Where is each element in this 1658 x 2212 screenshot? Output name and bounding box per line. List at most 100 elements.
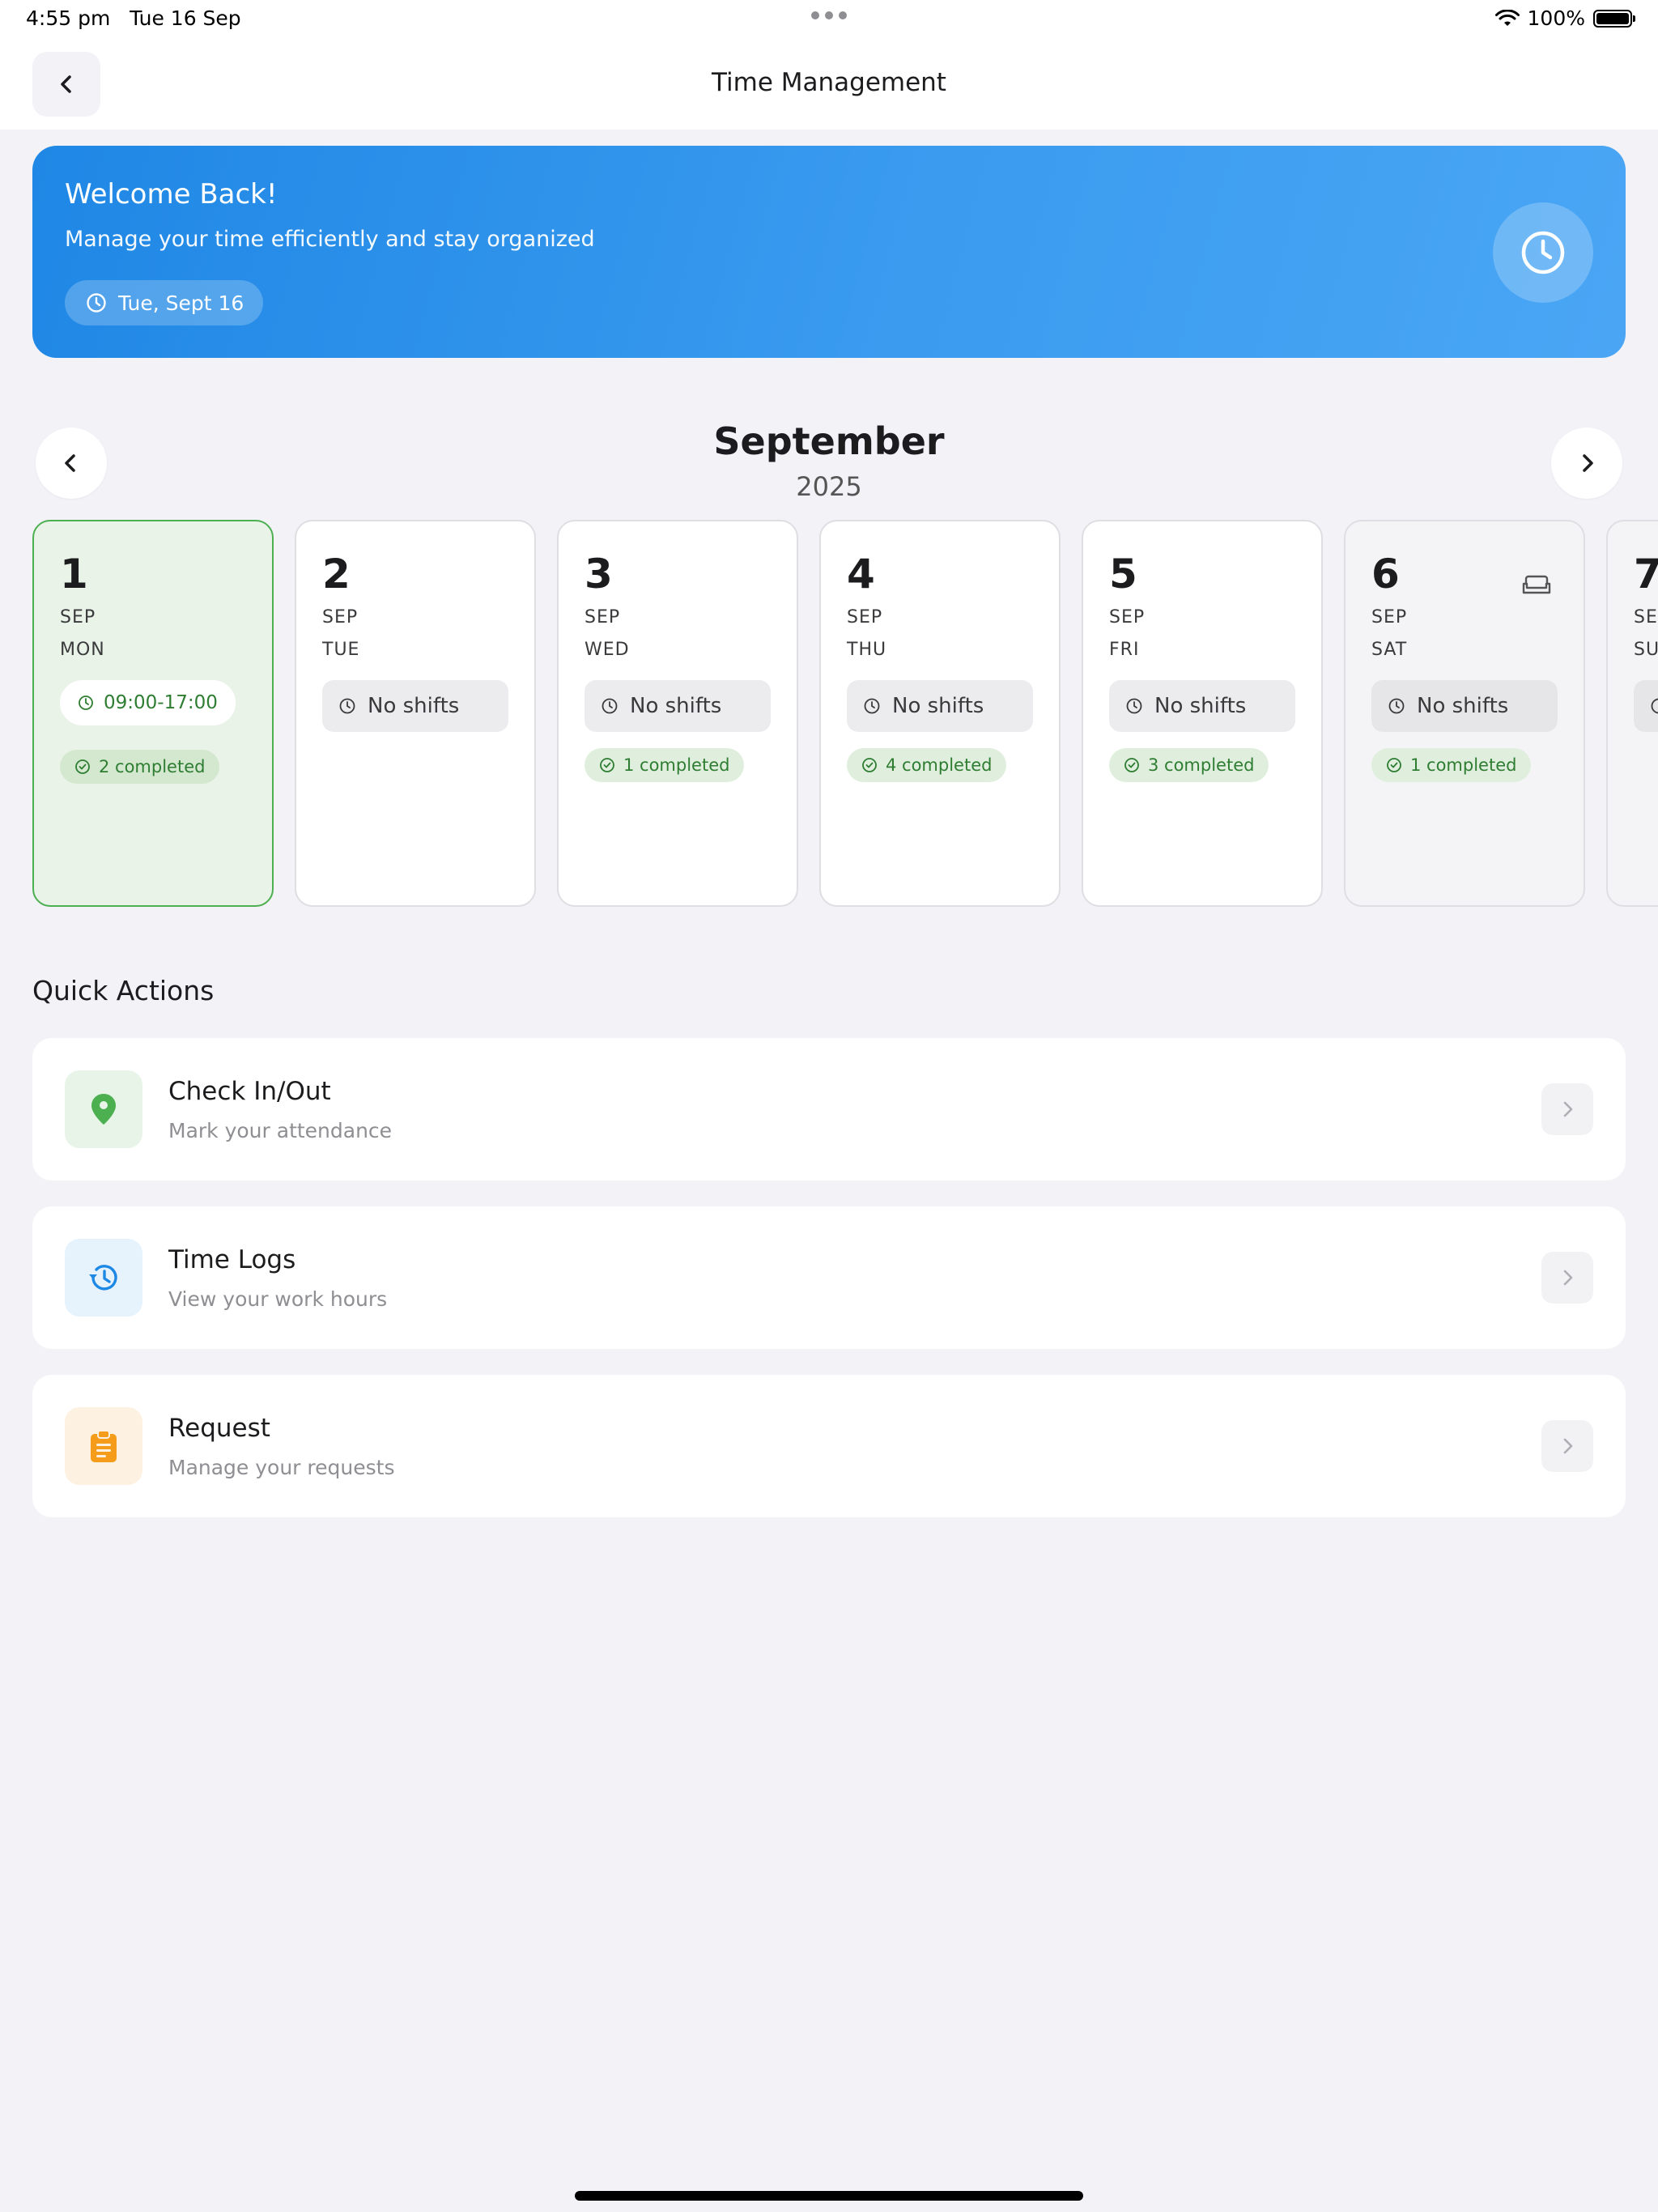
no-shifts-pill: No shifts — [1109, 680, 1295, 732]
day-number: 6 — [1371, 551, 1400, 598]
clock-icon — [87, 293, 106, 313]
day-card-7[interactable]: 7 SEP SUN — [1606, 520, 1658, 907]
completed-text: 3 completed — [1148, 755, 1255, 775]
multitasking-dots-icon[interactable] — [811, 11, 847, 19]
no-shifts-pill: No shifts — [585, 680, 771, 732]
action-title: Check In/Out — [168, 1077, 331, 1106]
day-weekday: MON — [60, 640, 105, 660]
check-circle-icon — [75, 759, 90, 774]
clipboard-icon — [91, 1430, 117, 1462]
check-circle-icon — [1124, 758, 1139, 772]
no-shifts-text: No shifts — [368, 694, 460, 718]
history-icon — [89, 1265, 117, 1291]
completed-badge: 1 completed — [585, 748, 745, 782]
day-weekday: SAT — [1371, 640, 1408, 660]
clock-icon — [339, 698, 355, 714]
status-date-text: Tue 16 Sep — [130, 6, 241, 30]
action-chevron-button[interactable] — [1541, 1083, 1593, 1135]
day-strip[interactable]: 1 SEP MON 09:00-17:00 2 completed 2 SEP … — [32, 520, 1658, 908]
day-number: 1 — [60, 551, 88, 598]
day-weekday: THU — [847, 640, 887, 660]
banner-clock-badge — [1493, 202, 1593, 303]
status-clock-text: 4:55 pm — [26, 6, 111, 30]
shift-time-text: 09:00-17:00 — [104, 692, 218, 713]
action-title: Time Logs — [168, 1245, 296, 1274]
completed-badge: 3 completed — [1109, 748, 1269, 782]
action-chevron-button[interactable] — [1541, 1420, 1593, 1472]
no-shifts-pill — [1634, 680, 1658, 732]
no-shifts-text: No shifts — [1417, 694, 1509, 718]
wifi-icon — [1494, 9, 1520, 26]
location-pin-icon — [91, 1094, 116, 1125]
page-title: Time Management — [712, 68, 946, 97]
request-card[interactable]: Request Manage your requests — [32, 1375, 1626, 1517]
day-card-5[interactable]: 5 SEP FRI No shifts 3 completed — [1082, 520, 1323, 907]
day-month: SEP — [322, 607, 359, 627]
day-number: 5 — [1109, 551, 1137, 598]
clock-icon — [1126, 698, 1142, 714]
welcome-title: Welcome Back! — [65, 178, 278, 211]
month-name: September — [713, 419, 945, 463]
completed-text: 2 completed — [99, 757, 206, 776]
clock-icon — [864, 698, 880, 714]
no-shifts-pill: No shifts — [847, 680, 1033, 732]
day-card-4[interactable]: 4 SEP THU No shifts 4 completed — [819, 520, 1061, 907]
day-card-1[interactable]: 1 SEP MON 09:00-17:00 2 completed — [32, 520, 274, 907]
check-circle-icon — [600, 758, 614, 772]
action-subtitle: Manage your requests — [168, 1456, 395, 1479]
action-icon-box — [65, 1239, 142, 1317]
action-icon-box — [65, 1407, 142, 1485]
no-shifts-pill: No shifts — [1371, 680, 1558, 732]
status-indicators: 100% — [1494, 6, 1635, 30]
day-weekday: FRI — [1109, 640, 1140, 660]
day-month: SEP — [847, 607, 883, 627]
action-icon-box — [65, 1070, 142, 1148]
action-chevron-button[interactable] — [1541, 1252, 1593, 1304]
completed-badge: 2 completed — [60, 750, 220, 784]
chevron-right-icon — [1583, 454, 1593, 472]
time-logs-card[interactable]: Time Logs View your work hours — [32, 1206, 1626, 1349]
clock-icon — [602, 698, 618, 714]
status-bar: 4:55 pm Tue 16 Sep 100% — [0, 0, 1658, 39]
day-card-2[interactable]: 2 SEP TUE No shifts — [295, 520, 536, 907]
month-year: 2025 — [796, 471, 862, 502]
check-circle-icon — [1387, 758, 1401, 772]
action-title: Request — [168, 1414, 270, 1443]
clock-icon — [1521, 231, 1565, 274]
clock-icon — [79, 696, 93, 710]
status-time: 4:55 pm Tue 16 Sep — [26, 6, 241, 30]
day-month: SEP — [60, 607, 96, 627]
chevron-right-icon — [1563, 1438, 1573, 1454]
day-weekday: TUE — [322, 640, 360, 660]
completed-text: 1 completed — [1410, 755, 1517, 775]
next-month-button[interactable] — [1551, 428, 1622, 499]
completed-text: 4 completed — [886, 755, 993, 775]
no-shifts-text: No shifts — [630, 694, 722, 718]
shift-time-pill: 09:00-17:00 — [60, 680, 236, 725]
day-number: 3 — [585, 551, 613, 598]
day-number: 4 — [847, 551, 875, 598]
battery-icon — [1593, 9, 1635, 28]
day-month: SEP — [1109, 607, 1146, 627]
home-indicator[interactable] — [575, 2191, 1083, 2201]
no-shifts-pill: No shifts — [322, 680, 508, 732]
battery-percent: 100% — [1527, 6, 1585, 30]
clock-icon — [1651, 698, 1658, 714]
day-card-6[interactable]: 6 SEP SAT No shifts 1 completed — [1344, 520, 1585, 907]
today-date-chip: Tue, Sept 16 — [65, 280, 264, 325]
check-in-out-card[interactable]: Check In/Out Mark your attendance — [32, 1038, 1626, 1180]
completed-text: 1 completed — [623, 755, 730, 775]
completed-badge: 4 completed — [847, 748, 1007, 782]
action-subtitle: Mark your attendance — [168, 1119, 393, 1142]
completed-badge: 1 completed — [1371, 748, 1532, 782]
clock-icon — [1388, 698, 1405, 714]
nav-header: Time Management — [0, 39, 1658, 130]
chevron-right-icon — [1563, 1101, 1573, 1117]
today-date-text: Tue, Sept 16 — [118, 291, 244, 315]
day-month: SEP — [1634, 607, 1658, 627]
day-number: 7 — [1634, 551, 1658, 598]
day-card-3[interactable]: 3 SEP WED No shifts 1 completed — [557, 520, 798, 907]
no-shifts-text: No shifts — [892, 694, 984, 718]
welcome-subtitle: Manage your time efficiently and stay or… — [65, 227, 595, 252]
welcome-banner: Welcome Back! Manage your time efficient… — [32, 146, 1626, 358]
